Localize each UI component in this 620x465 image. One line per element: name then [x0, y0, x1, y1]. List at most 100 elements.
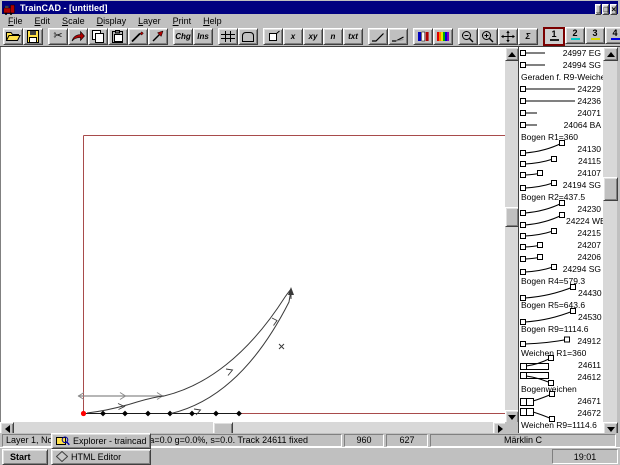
track-item-24071[interactable]: 24071 — [519, 107, 604, 119]
height-rainbow-button[interactable] — [433, 28, 453, 45]
track-item-24107[interactable]: 24107 — [519, 167, 604, 179]
contour-toggle-button[interactable] — [238, 28, 258, 45]
origin-node[interactable] — [81, 411, 86, 416]
menu-print[interactable]: Print — [167, 16, 198, 26]
curve-wide-icon — [520, 286, 578, 300]
canvas-vertical-scrollbar[interactable] — [505, 47, 518, 422]
slope-icon — [370, 30, 386, 43]
menu-layer[interactable]: Layer — [132, 16, 167, 26]
change-mode-button[interactable]: Chg — [173, 28, 193, 45]
curve-track-2[interactable] — [171, 290, 291, 415]
start-button[interactable]: Start — [2, 449, 48, 465]
track-item-24994[interactable]: 24994 SG — [519, 59, 604, 71]
scroll-up-icon[interactable] — [603, 47, 618, 61]
height-bars-button[interactable] — [413, 28, 433, 45]
system-tray: 19:01 — [552, 449, 618, 464]
track-item-24612[interactable]: 24612 — [519, 371, 604, 383]
track-plan-canvas[interactable] — [0, 47, 506, 422]
track-item-24194[interactable]: 24194 SG — [519, 179, 604, 191]
ne-arrow-icon — [150, 30, 166, 43]
copy-button[interactable] — [88, 28, 108, 45]
menu-file[interactable]: File — [2, 16, 29, 26]
grid-toggle-button[interactable] — [218, 28, 238, 45]
track-item-24064[interactable]: 24064 BA — [519, 119, 604, 131]
track-item-24215[interactable]: 24215 — [519, 227, 604, 239]
toolbar-group: ChgIns — [173, 28, 213, 45]
track-item-number: 24064 BA — [564, 120, 604, 130]
scroll-up-icon[interactable] — [505, 47, 519, 61]
layer-color-bar — [550, 39, 559, 41]
zoom-in-button[interactable] — [478, 28, 498, 45]
menu-edit[interactable]: Edit — [29, 16, 57, 26]
taskbar-task-html-editor[interactable]: HTML Editor — [51, 449, 151, 465]
track-item-24207[interactable]: 24207 — [519, 239, 604, 251]
catalog-scrollbar[interactable] — [603, 47, 617, 434]
button-label: 4 — [612, 28, 617, 38]
gradient-steep-button[interactable] — [368, 28, 388, 45]
button-label: Chg — [175, 33, 191, 41]
track-item-24236[interactable]: 24236 — [519, 95, 604, 107]
button-label: Σ — [526, 33, 531, 41]
save-icon — [25, 30, 41, 43]
minimize-button[interactable]: _ — [595, 4, 601, 15]
select-pointer-button[interactable] — [148, 28, 168, 45]
curve-flat-icon — [520, 335, 572, 347]
catalog-scroll-thumb[interactable] — [603, 177, 618, 201]
straight-track-icon — [520, 48, 546, 58]
curve-15-icon — [520, 155, 560, 167]
track-item-number: 24215 — [577, 228, 604, 238]
layer-2-button[interactable]: 2 — [565, 27, 585, 44]
paste-button[interactable] — [108, 28, 128, 45]
layer-4-button[interactable]: 4 — [605, 27, 620, 44]
insert-mode-button[interactable]: Ins — [193, 28, 213, 45]
track-item-24206[interactable]: 24206 — [519, 251, 604, 263]
track-item-24672[interactable]: 24672 — [519, 407, 604, 419]
straight-short-track-icon — [520, 120, 538, 130]
grid-icon — [220, 30, 236, 43]
sum-button[interactable]: Σ — [518, 28, 538, 45]
toolbar-group: xxyntxt — [263, 28, 363, 45]
show-txt-button[interactable]: txt — [343, 28, 363, 45]
desktop: TrainCAD - [untitled] _□× FileEditScaleD… — [0, 0, 620, 465]
curve-track-1[interactable] — [164, 289, 291, 396]
node-marker-toggle-button[interactable] — [263, 28, 283, 45]
zoom-out-button[interactable] — [458, 28, 478, 45]
draw-track-button[interactable] — [128, 28, 148, 45]
layer-1-button[interactable]: 1 — [543, 27, 565, 46]
pan-button[interactable] — [498, 28, 518, 45]
menu-scale[interactable]: Scale — [56, 16, 91, 26]
close-button[interactable]: × — [610, 4, 617, 15]
track-item-24530[interactable]: 24530 — [519, 311, 604, 323]
taskbar-task-explorer[interactable]: Explorer - traincad — [51, 433, 151, 449]
menu-display[interactable]: Display — [91, 16, 133, 26]
track-item-24294[interactable]: 24294 SG — [519, 263, 604, 275]
track-item-24130[interactable]: 24130 — [519, 143, 604, 155]
layer-3-button[interactable]: 3 — [585, 27, 605, 44]
show-xy-button[interactable]: xy — [303, 28, 323, 45]
curve-15-icon — [520, 227, 560, 239]
menu-help[interactable]: Help — [197, 16, 228, 26]
turnout-curve[interactable] — [87, 396, 164, 413]
track-item-24997[interactable]: 24997 EG — [519, 47, 604, 59]
straight-track[interactable] — [83, 411, 242, 417]
track-item-24115[interactable]: 24115 — [519, 155, 604, 167]
pencil-icon — [130, 30, 146, 43]
track-item-24224[interactable]: 24224 WB — [519, 215, 604, 227]
undo-button[interactable] — [68, 28, 88, 45]
gradient-shallow-button[interactable] — [388, 28, 408, 45]
show-x-button[interactable]: x — [283, 28, 303, 45]
track-item-number: 24115 — [578, 156, 604, 166]
button-label: txt — [348, 33, 358, 41]
vscroll-thumb[interactable] — [505, 207, 519, 227]
cut-button[interactable]: ✂ — [48, 28, 68, 45]
maximize-button[interactable]: □ — [602, 4, 609, 15]
show-n-button[interactable]: n — [323, 28, 343, 45]
save-button[interactable] — [23, 28, 43, 45]
track-item-number: 24229 — [577, 84, 604, 94]
plate-boundary — [84, 136, 507, 414]
open-button[interactable] — [3, 28, 23, 45]
track-item-24229[interactable]: 24229 — [519, 83, 604, 95]
track-item-24912[interactable]: 24912 — [519, 335, 604, 347]
button-label: 3 — [592, 28, 597, 38]
track-item-24430[interactable]: 24430 — [519, 287, 604, 299]
